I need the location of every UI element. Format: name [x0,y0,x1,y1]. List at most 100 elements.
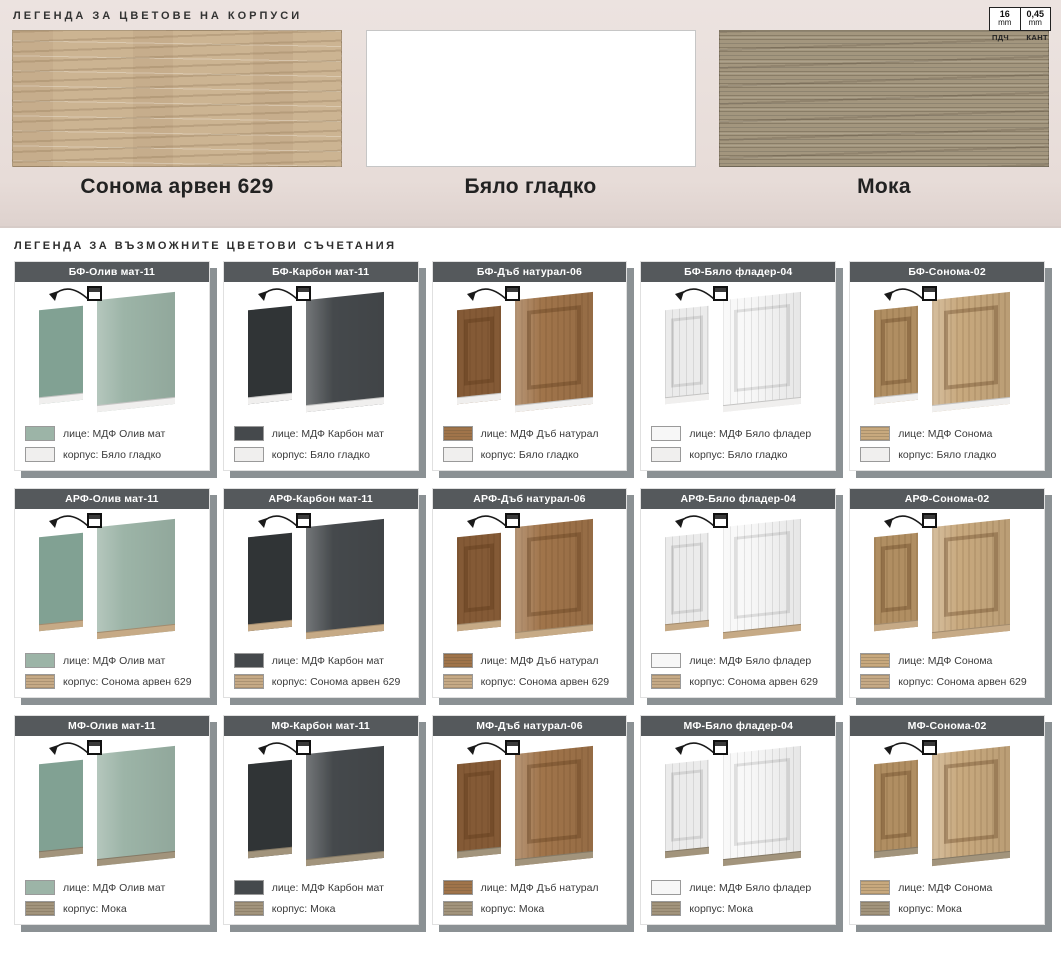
door-panel-front [723,519,801,639]
card-legend: лице: МДФ Карбон мат корпус: Сонома арве… [230,649,412,689]
board-material-label: ПДЧ [992,33,1009,42]
face-legend-row: лице: МДФ Сонома [860,426,1034,441]
card-legend: лице: МДФ Дъб натурал корпус: Бяло гладк… [439,422,621,462]
door-panel-back [874,306,918,405]
corpus-label: корпус: Бяло гладко [63,449,161,461]
corpus-swatch-large [719,30,1049,167]
face-legend-row: лице: МДФ Карбон мат [234,653,408,668]
corpus-swatch [651,447,681,462]
corpus-label: корпус: Мока [689,903,753,915]
combination-card-body: лице: МДФ Дъб натурал корпус: Бяло гладк… [433,282,627,470]
combinations-title: ЛЕГЕНДА ЗА ВЪЗМОЖНИТЕ ЦВЕТОВИ СЪЧЕТАНИЯ [0,228,1061,261]
corpus-legend-row: корпус: Сонома арвен 629 [651,674,825,689]
card-legend: лице: МДФ Олив мат корпус: Сонома арвен … [21,649,203,689]
corpus-edge-strip [248,847,292,859]
combination-card-body: лице: МДФ Олив мат корпус: Мока [15,736,209,924]
corpus-legend-row: корпус: Бяло гладко [25,447,199,462]
face-swatch [651,880,681,895]
corpus-legend-row: корпус: Сонома арвен 629 [25,674,199,689]
face-swatch [651,653,681,668]
edge-band-label: КАНТ [1026,33,1048,42]
face-legend-row: лице: МДФ Олив мат [25,426,199,441]
combination-card: АРФ-Карбон мат-11 лице: МДФ Карбон мат [223,488,419,698]
combination-card-title: АРФ-Сонома-02 [850,489,1044,509]
corpus-swatch-block-moka: Мока [719,30,1049,199]
corpus-edge-strip [515,397,593,412]
combination-card-title: МФ-Бяло фладер-04 [641,716,835,736]
corpus-edge-strip [665,847,709,859]
combination-card: АРФ-Олив мат-11 лице: МДФ Олив мат кор [14,488,210,698]
door-panel-front [515,746,593,866]
corpus-swatch [860,447,890,462]
door-preview [230,286,412,422]
swing-arrow-icon [671,512,719,534]
corpus-swatch [651,674,681,689]
face-swatch [234,426,264,441]
corpus-swatch [651,901,681,916]
door-panel-front [932,519,1010,639]
combination-card-title: МФ-Дъб натурал-06 [433,716,627,736]
corpus-legend-row: корпус: Мока [234,901,408,916]
door-hinge-icon [296,286,311,301]
corpus-swatch [25,447,55,462]
door-panel-back [39,533,83,632]
face-legend-row: лице: МДФ Сонома [860,653,1034,668]
swing-arrow-icon [880,285,928,307]
swing-arrow-icon [671,739,719,761]
card-legend: лице: МДФ Дъб натурал корпус: Мока [439,876,621,916]
door-panel-front [515,519,593,639]
card-legend: лице: МДФ Бяло фладер корпус: Бяло гладк… [647,422,829,462]
door-hinge-icon [505,740,520,755]
combination-card: БФ-Бяло фладер-04 лице: МДФ Бяло фладер [640,261,836,471]
face-swatch [443,426,473,441]
edge-band-unit: mm [1029,19,1042,27]
door-panel-front [97,292,175,412]
combination-card-title: МФ-Сонома-02 [850,716,1044,736]
door-preview [21,513,203,649]
corpus-edge-strip [39,847,83,859]
card-legend: лице: МДФ Дъб натурал корпус: Сонома арв… [439,649,621,689]
corpus-edge-strip [248,620,292,632]
corpus-swatch-large [12,30,342,167]
corpus-edge-strip [932,397,1010,412]
face-swatch [860,426,890,441]
card-legend: лице: МДФ Бяло фладер корпус: Мока [647,876,829,916]
door-panel-back [39,760,83,859]
swing-arrow-icon [254,512,302,534]
swing-arrow-icon [45,512,93,534]
corpus-legend-row: корпус: Мока [860,901,1034,916]
door-panel-front [932,746,1010,866]
face-swatch [234,880,264,895]
door-panel-back [665,760,709,859]
corpus-edge-strip [932,851,1010,866]
door-panel-front [515,292,593,412]
combination-card-body: лице: МДФ Карбон мат корпус: Сонома арве… [224,509,418,697]
door-panel-back [39,306,83,405]
corpus-edge-strip [457,393,501,405]
swing-arrow-icon [45,285,93,307]
swing-arrow-icon [254,739,302,761]
door-hinge-icon [296,740,311,755]
card-legend: лице: МДФ Бяло фладер корпус: Сонома арв… [647,649,829,689]
door-panel-back [874,760,918,859]
combination-card-title: БФ-Бяло фладер-04 [641,262,835,282]
corpus-label: корпус: Бяло гладко [689,449,787,461]
door-panel-front [97,746,175,866]
combination-card: БФ-Олив мат-11 лице: МДФ Олив мат корп [14,261,210,471]
corpus-swatch-row: Сонома арвен 629 Бяло гладко Мока [0,28,1061,199]
corpus-label: корпус: Мока [272,903,336,915]
face-label: лице: МДФ Сонома [898,655,992,667]
door-hinge-icon [922,286,937,301]
face-legend-row: лице: МДФ Бяло фладер [651,426,825,441]
corpus-label: корпус: Сонома арвен 629 [481,676,610,688]
corpus-edge-strip [97,624,175,639]
corpus-edge-strip [515,624,593,639]
face-swatch [860,653,890,668]
corpus-swatch [234,674,264,689]
corpus-swatch [25,674,55,689]
combination-card: БФ-Карбон мат-11 лице: МДФ Карбон мат [223,261,419,471]
door-hinge-icon [296,513,311,528]
door-panel-front [306,292,384,412]
door-panel-back [457,533,501,632]
door-panel-back [665,306,709,405]
